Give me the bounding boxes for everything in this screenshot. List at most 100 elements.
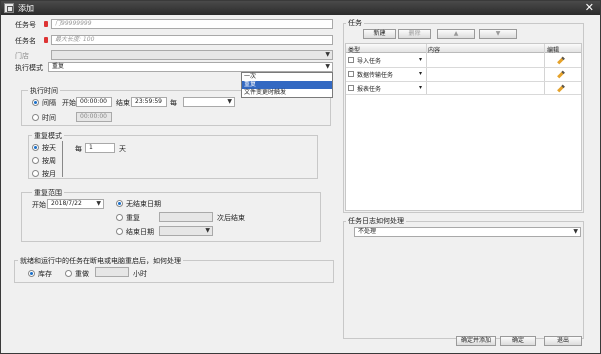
end-time-input[interactable]: 23:59:59 [131, 97, 167, 107]
task-no-label: 任务号 [15, 21, 36, 29]
exec-mode-option-file-change[interactable]: 文件变更时触发 [242, 89, 332, 97]
repeat-label: 重复 [126, 214, 140, 222]
row-divider [346, 81, 581, 82]
row-checkbox[interactable] [348, 85, 354, 91]
exit-button[interactable]: 退出 [544, 336, 582, 346]
range-start-value: 2018/7/22 [51, 200, 82, 207]
close-icon[interactable]: ✕ [585, 1, 594, 14]
hours-label: 小时 [133, 270, 147, 278]
exec-mode-label: 执行模式 [15, 64, 43, 72]
by-week-radio[interactable] [32, 157, 39, 164]
time-input: 00:00:00 [76, 112, 112, 122]
row-dropdown-icon[interactable]: ▾ [419, 84, 422, 91]
row-divider [346, 94, 581, 95]
keep-label: 库存 [38, 270, 52, 278]
exec-mode-option-repeat[interactable]: 重复 [242, 81, 332, 89]
task-no-input[interactable]: 门99999999 [51, 19, 333, 29]
row-dropdown-icon[interactable]: ▾ [419, 56, 422, 63]
store-select: ▼ [51, 50, 333, 60]
repeat-count-radio[interactable] [116, 214, 123, 221]
required-icon [43, 36, 49, 44]
by-day-label: 按天 [42, 144, 56, 152]
day-unit-label: 天 [119, 145, 126, 153]
add-confirm-button[interactable]: 确定并添加 [456, 336, 496, 346]
log-handling-value: 不处理 [358, 228, 377, 235]
col-edit: 编辑 [547, 47, 560, 54]
repeat-mode-title: 重复模式 [32, 131, 64, 141]
exec-mode-select[interactable]: 重复 ▼ [48, 62, 333, 72]
every-days-input[interactable]: 1 [85, 143, 115, 153]
store-label: 门店 [15, 52, 29, 60]
every-label: 每 [75, 145, 82, 153]
time-radio[interactable] [32, 114, 39, 121]
col-type: 类型 [348, 47, 361, 54]
window-title: 添加 [18, 4, 34, 13]
task-type-label: 报表任务 [357, 86, 382, 93]
row-dropdown-icon[interactable]: ▾ [419, 70, 422, 77]
exec-mode-value: 重复 [52, 63, 65, 70]
redo-label: 重做 [75, 270, 89, 278]
task-name-input[interactable]: 最大长度: 100 [51, 35, 333, 45]
restart-title: 就绪和运行中的任务在断电或电脑重启后，如何处理 [18, 256, 183, 266]
row-checkbox[interactable] [348, 71, 354, 77]
chevron-down-icon: ▼ [205, 227, 210, 234]
col-divider [544, 44, 545, 94]
task-name-label: 任务名 [15, 37, 36, 45]
no-end-radio[interactable] [116, 200, 123, 207]
log-handling-select[interactable]: 不处理 ▼ [354, 227, 581, 237]
end-date-select: ▼ [159, 226, 213, 236]
every-label: 每 [170, 99, 177, 107]
ok-button[interactable]: 确定 [500, 336, 536, 346]
start-time-input[interactable]: 00:00:00 [76, 97, 112, 107]
interval-select[interactable]: ▼ [183, 97, 235, 107]
log-group [343, 221, 584, 339]
end-date-radio[interactable] [116, 228, 123, 235]
no-end-label: 无结束日期 [126, 200, 161, 208]
end-label: 结束 [116, 99, 130, 107]
move-down-button[interactable]: ▼ [479, 29, 517, 39]
time-label: 时间 [42, 114, 56, 122]
range-start-label: 开始 [32, 201, 46, 209]
move-up-button[interactable]: ▲ [437, 29, 475, 39]
exec-mode-option-once[interactable]: 一次 [242, 73, 332, 81]
tasks-table-header [346, 44, 581, 53]
title-bar: 添加 ✕ [1, 1, 600, 15]
delete-task-button[interactable]: 删除 [398, 29, 431, 39]
redo-hours-input [95, 267, 129, 277]
range-start-date[interactable]: 2018/7/22 ▼ [47, 199, 104, 209]
row-divider [346, 67, 581, 68]
chevron-down-icon: ▼ [573, 228, 578, 235]
app-icon [4, 3, 14, 13]
new-task-button[interactable]: 新建 [363, 29, 396, 39]
by-month-label: 按月 [42, 170, 56, 178]
repeat-count-input [159, 212, 213, 222]
chevron-down-icon: ▼ [325, 63, 330, 70]
tasks-table [345, 43, 582, 211]
after-end-label: 次后结束 [217, 214, 245, 222]
repeat-range-title: 重复范围 [32, 188, 64, 198]
tasks-title: 任务 [346, 18, 364, 28]
row-checkbox[interactable] [348, 57, 354, 63]
col-divider [426, 44, 427, 94]
by-month-radio[interactable] [32, 170, 39, 177]
end-date-label: 结束日期 [126, 228, 154, 236]
by-week-label: 按周 [42, 157, 56, 165]
separator [62, 141, 63, 177]
required-icon [43, 20, 49, 28]
col-content: 内容 [428, 47, 441, 54]
exec-time-title: 执行时间 [28, 86, 60, 96]
repeat-mode-group [28, 135, 318, 179]
task-type-label: 数据传输任务 [357, 72, 394, 79]
task-type-label: 导入任务 [357, 58, 382, 65]
interval-label: 间隔 [42, 99, 56, 107]
start-label: 开始 [62, 99, 76, 107]
by-day-radio[interactable] [32, 144, 39, 151]
chevron-down-icon: ▼ [325, 51, 330, 58]
interval-radio[interactable] [32, 99, 39, 106]
log-title: 任务日志如何处理 [346, 216, 406, 226]
chevron-down-icon: ▼ [227, 98, 232, 105]
chevron-down-icon: ▼ [96, 200, 101, 207]
redo-radio[interactable] [65, 270, 72, 277]
keep-radio[interactable] [28, 270, 35, 277]
add-dialog: 添加 ✕ 任务号 门99999999 任务名 最大长度: 100 门店 ▼ 执行… [0, 0, 601, 354]
